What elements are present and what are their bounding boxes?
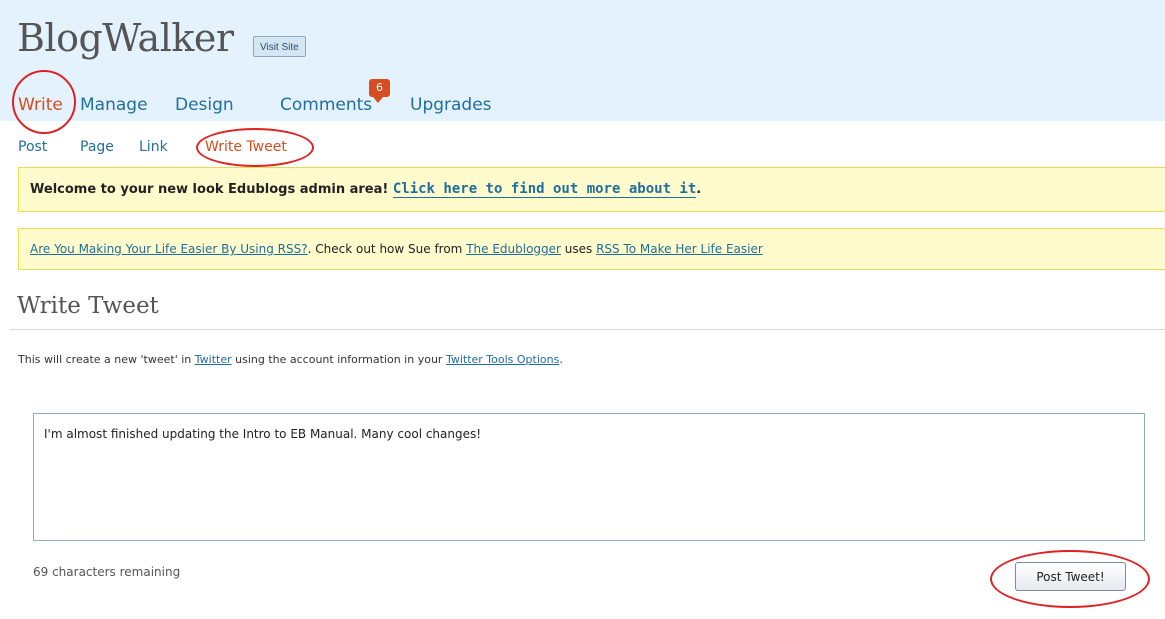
divider — [10, 329, 1165, 330]
welcome-notice-link[interactable]: Click here to find out more about it — [392, 181, 697, 198]
nav-design[interactable]: Design — [175, 93, 234, 117]
subnav-page[interactable]: Page — [80, 137, 114, 157]
edublogger-link[interactable]: The Edublogger — [466, 242, 561, 256]
welcome-notice: Welcome to your new look Edublogs admin … — [18, 167, 1165, 212]
rss-notice: Are You Making Your Life Easier By Using… — [18, 228, 1165, 270]
page-title: Write Tweet — [17, 293, 159, 319]
nav-comments[interactable]: Comments — [280, 93, 372, 117]
welcome-notice-text: Welcome to your new look Edublogs admin … — [30, 181, 702, 198]
rss-article-link[interactable]: Are You Making Your Life Easier By Using… — [30, 242, 308, 256]
comments-count-badge: 6 — [369, 79, 390, 103]
subnav-post[interactable]: Post — [18, 137, 47, 157]
rss-easier-link[interactable]: RSS To Make Her Life Easier — [596, 242, 763, 256]
nav-upgrades[interactable]: Upgrades — [410, 93, 492, 117]
visit-site-button[interactable]: Visit Site — [253, 36, 306, 57]
subnav-write-tweet[interactable]: Write Tweet — [205, 137, 287, 157]
twitter-link[interactable]: Twitter — [195, 353, 232, 366]
characters-remaining: 69 characters remaining — [33, 565, 181, 579]
nav-manage[interactable]: Manage — [80, 93, 148, 117]
nav-write[interactable]: Write — [18, 93, 63, 117]
blog-title: BlogWalker — [17, 16, 234, 60]
post-tweet-button[interactable]: Post Tweet! — [1015, 562, 1126, 591]
twitter-tools-options-link[interactable]: Twitter Tools Options — [446, 353, 559, 366]
admin-header: BlogWalker Visit Site Write Manage Desig… — [0, 0, 1165, 121]
subnav-link[interactable]: Link — [139, 137, 168, 157]
tweet-textarea[interactable]: I'm almost finished updating the Intro t… — [33, 413, 1145, 541]
intro-text: This will create a new 'tweet' in Twitte… — [18, 353, 563, 366]
rss-notice-text: Are You Making Your Life Easier By Using… — [30, 242, 763, 256]
